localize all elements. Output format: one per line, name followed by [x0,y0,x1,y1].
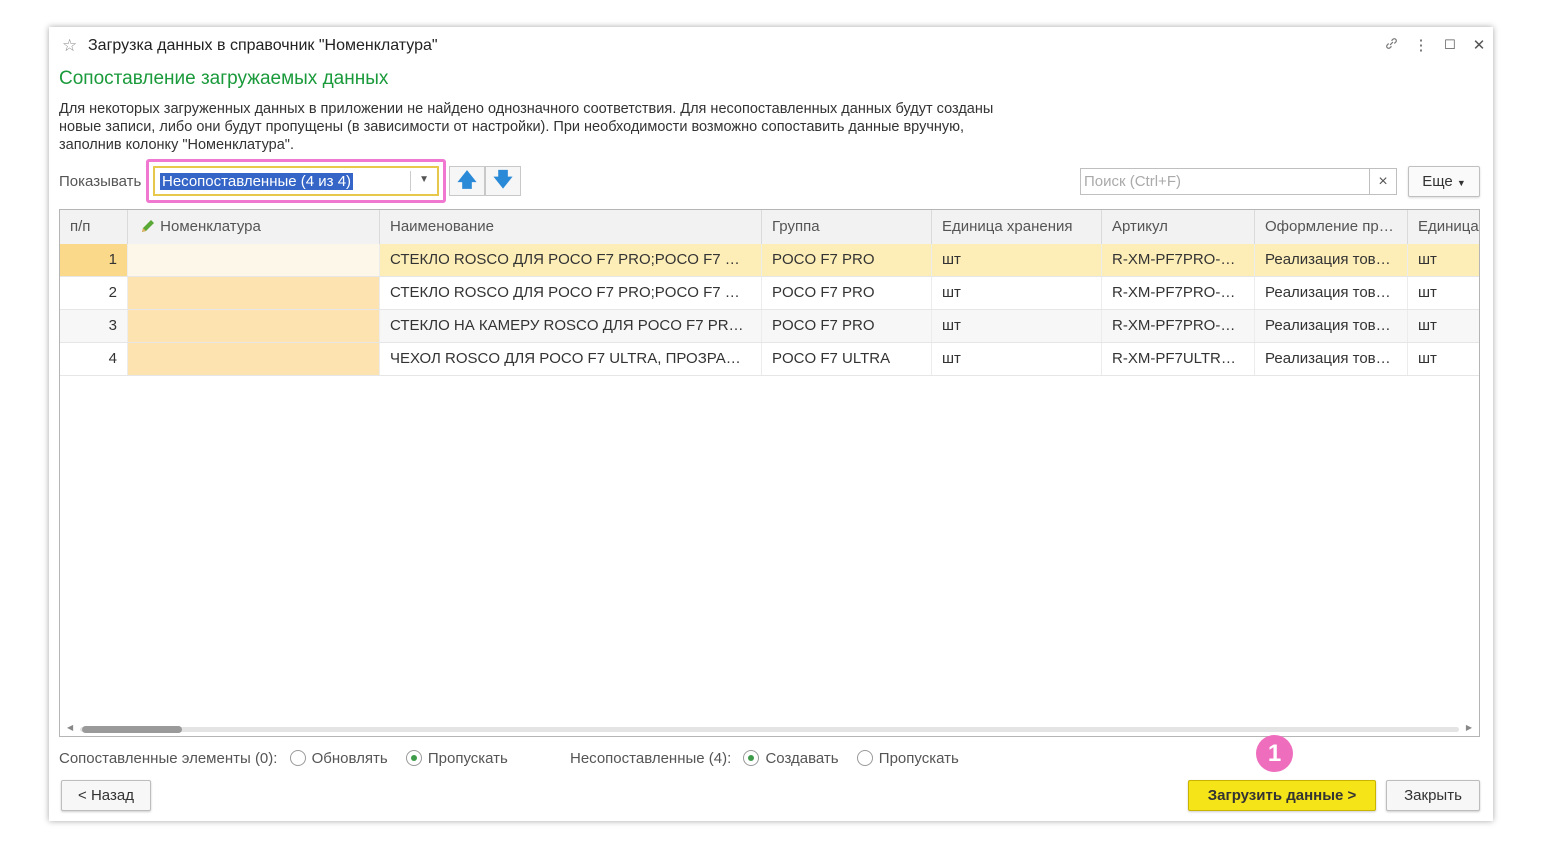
maximize-icon[interactable]: ☐ [1442,37,1458,53]
nomenclature-cell[interactable] [128,277,380,309]
unmatched-skip-radio[interactable] [856,750,873,766]
scroll-right-icon[interactable]: ▶ [1466,723,1472,732]
name-cell[interactable]: СТЕКЛО ROSCO ДЛЯ POCO F7 PRO;POCO F7 … [380,244,762,276]
name-cell[interactable]: СТЕКЛО ROSCO ДЛЯ POCO F7 PRO;POCO F7 … [380,277,762,309]
filter-select[interactable]: Несопоставленные (4 из 4) ▼ [153,166,439,196]
unit2-cell[interactable]: шт [1408,277,1479,309]
more-button[interactable]: Еще ▼ [1408,166,1480,197]
table-row[interactable]: 1 СТЕКЛО ROSCO ДЛЯ POCO F7 PRO;POCO F7 …… [60,244,1479,277]
article-cell[interactable]: R-XM-PF7PRO-… [1102,277,1255,309]
table-row[interactable]: 2 СТЕКЛО ROSCO ДЛЯ POCO F7 PRO;POCO F7 …… [60,277,1479,310]
matched-update-label[interactable]: Обновлять [312,750,388,767]
matched-update-radio[interactable] [289,750,306,766]
group-cell[interactable]: POCO F7 ULTRA [762,343,932,375]
unit-cell[interactable]: шт [932,343,1102,375]
name-cell[interactable]: ЧЕХОЛ ROSCO ДЛЯ POCO F7 ULTRA, ПРОЗРА… [380,343,762,375]
column-header[interactable]: Группа [762,210,932,244]
data-table[interactable]: п/п Номенклатура Наименование Группа Еди… [59,209,1480,737]
registration-cell[interactable]: Реализация тов… [1255,310,1408,342]
column-header[interactable]: Единица [1408,210,1479,244]
link-icon[interactable] [1383,36,1399,55]
description-line: Для некоторых загруженных данных в прило… [59,101,994,117]
registration-cell[interactable]: Реализация тов… [1255,277,1408,309]
unit2-cell[interactable]: шт [1408,244,1479,276]
matched-label: Сопоставленные элементы (0): [59,750,278,767]
row-number: 2 [60,277,128,309]
column-header[interactable]: Артикул [1102,210,1255,244]
filter-select-value: Несопоставленные (4 из 4) [160,173,354,190]
nomenclature-cell[interactable] [128,343,380,375]
filter-label: Показывать [59,173,142,190]
description-line: заполнив колонку "Номенклатура". [59,137,294,153]
article-cell[interactable]: R-XM-PF7PRO-… [1102,244,1255,276]
table-row[interactable]: 4 ЧЕХОЛ ROSCO ДЛЯ POCO F7 ULTRA, ПРОЗРА…… [60,343,1479,376]
name-cell[interactable]: СТЕКЛО НА КАМЕРУ ROSCO ДЛЯ POCO F7 PR… [380,310,762,342]
unmatched-create-radio[interactable] [743,750,760,766]
chevron-down-icon: ▼ [1456,178,1466,188]
back-button[interactable]: < Назад [61,780,151,811]
more-vertical-icon[interactable]: ⋮ [1413,36,1429,54]
row-number: 1 [60,244,128,276]
article-cell[interactable]: R-XM-PF7ULTR… [1102,343,1255,375]
window-title: Загрузка данных в справочник "Номенклату… [88,37,438,54]
matched-options: Сопоставленные элементы (0): Обновлять П… [59,750,522,767]
unit-cell[interactable]: шт [932,277,1102,309]
pencil-icon [142,220,154,232]
dropdown-arrow-icon[interactable]: ▼ [419,174,429,185]
scroll-left-icon[interactable]: ◀ [67,723,73,732]
unmatched-label: Несопоставленные (4): [570,750,732,767]
column-header[interactable]: Оформление пр… [1255,210,1408,244]
group-cell[interactable]: POCO F7 PRO [762,310,932,342]
search-input[interactable] [1081,169,1367,194]
column-header[interactable]: Единица хранения [932,210,1102,244]
registration-cell[interactable]: Реализация тов… [1255,343,1408,375]
row-number: 4 [60,343,128,375]
article-cell[interactable]: R-XM-PF7PRO-… [1102,310,1255,342]
matched-skip-label[interactable]: Пропускать [428,750,508,767]
arrow-up-icon[interactable]: 🡅 [449,166,485,196]
group-cell[interactable]: POCO F7 PRO [762,244,932,276]
description-line: новые записи, либо они будут пропущены (… [59,119,965,135]
star-icon[interactable]: ☆ [62,36,77,56]
step-badge: 1 [1256,735,1293,772]
unit-cell[interactable]: шт [932,244,1102,276]
column-header-nomenclature[interactable]: Номенклатура [128,210,380,244]
registration-cell[interactable]: Реализация тов… [1255,244,1408,276]
unmatched-create-label[interactable]: Создавать [765,750,838,767]
nomenclature-cell[interactable] [128,244,380,276]
dialog-window: ☆ Загрузка данных в справочник "Номенкла… [49,27,1493,821]
title-bar: ☆ Загрузка данных в справочник "Номенкла… [49,27,1493,63]
column-header-label: Номенклатура [160,218,261,235]
unmatched-skip-label[interactable]: Пропускать [879,750,959,767]
arrow-down-icon[interactable]: 🡇 [485,166,521,196]
more-button-label: Еще [1422,173,1453,190]
unit-cell[interactable]: шт [932,310,1102,342]
unit2-cell[interactable]: шт [1408,310,1479,342]
clear-search-icon[interactable]: × [1370,168,1397,195]
nomenclature-cell[interactable] [128,310,380,342]
unmatched-options: Несопоставленные (4): Создавать Пропуска… [570,750,973,767]
group-cell[interactable]: POCO F7 PRO [762,277,932,309]
horizontal-scrollbar[interactable]: ◀ ▶ [60,722,1479,736]
description-text: Для некоторых загруженных данных в прило… [59,100,1099,154]
matched-skip-radio[interactable] [405,750,422,766]
scrollbar-thumb[interactable] [82,726,182,733]
close-icon[interactable]: ✕ [1471,36,1487,54]
column-header[interactable]: Наименование [380,210,762,244]
unit2-cell[interactable]: шт [1408,343,1479,375]
column-header[interactable]: п/п [60,210,128,244]
table-header: п/п Номенклатура Наименование Группа Еди… [60,210,1479,245]
search-field[interactable] [1080,168,1370,195]
table-row[interactable]: 3 СТЕКЛО НА КАМЕРУ ROSCO ДЛЯ POCO F7 PR…… [60,310,1479,343]
load-data-button[interactable]: Загрузить данные > [1188,780,1376,811]
section-title: Сопоставление загружаемых данных [59,68,389,89]
row-number: 3 [60,310,128,342]
close-button[interactable]: Закрыть [1386,780,1480,811]
